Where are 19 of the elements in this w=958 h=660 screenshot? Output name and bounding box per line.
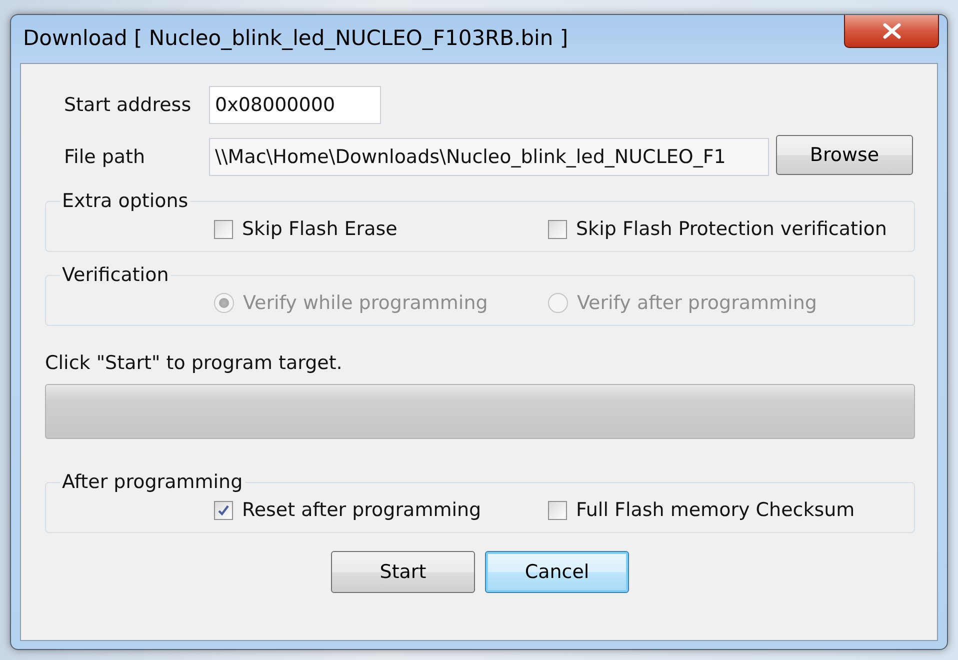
field-label: File path (64, 146, 146, 168)
group-title: Extra options (61, 190, 190, 212)
status-text: Click "Start" to program target. (45, 352, 344, 374)
close-icon (880, 23, 902, 39)
dialog-button[interactable]: Cancel (485, 551, 629, 593)
field-label: Start address (64, 94, 192, 116)
group-title: After programming (61, 471, 244, 493)
checkbox[interactable]: Skip Flash Erase (214, 218, 548, 240)
dialog-button[interactable]: Start (331, 551, 475, 593)
close-button[interactable] (844, 15, 939, 48)
window-title: Download [ Nucleo_blink_led_NUCLEO_F103RB.bin ] (23, 26, 568, 50)
checkbox[interactable]: Full Flash memory Checksum (548, 499, 914, 521)
browse-button[interactable]: Browse (776, 134, 913, 174)
checkmark-icon (217, 504, 230, 516)
file-path-field[interactable]: \\Mac\Home\Downloads\Nucleo_blink_led_NUCLEO_F1 (209, 138, 769, 176)
group-title: Verification (61, 264, 170, 286)
address-field[interactable]: 0x08000000 (209, 86, 381, 124)
checkbox[interactable]: Skip Flash Protection verification (548, 218, 914, 240)
checkbox[interactable]: Reset after programming (214, 499, 548, 521)
